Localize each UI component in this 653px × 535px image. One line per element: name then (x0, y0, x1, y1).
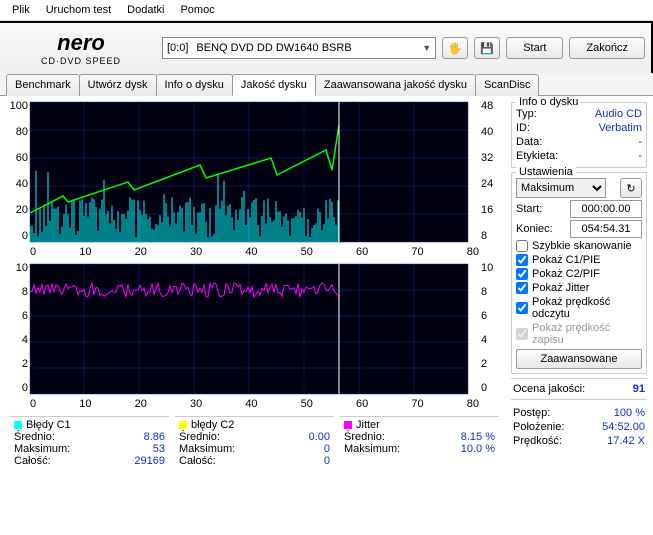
menubar: Plik Uruchom test Dodatki Pomoc (0, 0, 653, 21)
bottom-chart-svg (4, 262, 494, 412)
nero-logo: nero CD·DVD SPEED (6, 27, 156, 69)
start-input[interactable] (570, 200, 642, 218)
chevron-down-icon: ▼ (422, 43, 431, 53)
progress-footer: Postęp:100 % Położenie:54:52.00 Prędkość… (511, 404, 647, 450)
logo-subtitle: CD·DVD SPEED (41, 56, 121, 66)
menu-extras[interactable]: Dodatki (121, 2, 170, 18)
chk-write: Pokaż prędkość zapisu (516, 321, 642, 347)
menu-file[interactable]: Plik (6, 2, 36, 18)
disc-info-group: Info o dysku Typ:Audio CD ID:Verbatim Da… (511, 102, 647, 168)
side-panel: Info o dysku Typ:Audio CD ID:Verbatim Da… (509, 100, 649, 471)
top-chart-x: 0 10 20 30 40 50 60 70 80 (30, 246, 479, 258)
bottom-chart-x: 0 10 20 30 40 50 60 70 80 (30, 398, 479, 410)
jitter-color-icon (344, 421, 352, 429)
refresh-icon: 🖐 (448, 42, 462, 55)
c1-color-icon (14, 421, 22, 429)
bottom-chart-y-left: 10 8 6 4 2 0 (6, 262, 28, 394)
logo-text: nero (57, 30, 105, 56)
close-button[interactable]: Zakończ (569, 37, 645, 59)
chk-jitter[interactable]: Pokaż Jitter (516, 281, 642, 295)
chk-fast[interactable]: Szybkie skanowanie (516, 239, 642, 253)
tab-disc-info[interactable]: Info o dysku (156, 74, 233, 96)
stats-row: Błędy C1 Średnio:8.86 Maksimum:53 Całość… (4, 414, 505, 471)
tab-create-disc[interactable]: Utwórz dysk (79, 74, 157, 96)
advanced-button[interactable]: Zaawansowane (516, 349, 642, 369)
stats-c2: błędy C2 Średnio:0.00 Maksimum:0 Całość:… (175, 416, 334, 469)
stats-c1: Błędy C1 Średnio:8.86 Maksimum:53 Całość… (10, 416, 169, 469)
menu-help[interactable]: Pomoc (174, 2, 220, 18)
tab-benchmark[interactable]: Benchmark (6, 74, 80, 96)
start-button[interactable]: Start (506, 37, 563, 59)
top-chart-y-right: 48 40 32 24 16 8 (481, 100, 503, 242)
top-chart-svg (4, 100, 494, 260)
refresh-button[interactable]: 🖐 (442, 37, 468, 59)
chk-read[interactable]: Pokaż prędkość odczytu (516, 295, 642, 321)
top-chart-y-left: 100 80 60 40 20 0 (6, 100, 28, 242)
floppy-icon: 💾 (480, 42, 494, 55)
bottom-chart-y-right: 10 8 6 4 2 0 (481, 262, 503, 394)
speed-select[interactable]: Maksimum (516, 178, 606, 198)
reload-button[interactable]: ↻ (620, 178, 642, 198)
tab-bar: Benchmark Utwórz dysk Info o dysku Jakoś… (0, 73, 653, 96)
save-button[interactable]: 💾 (474, 37, 500, 59)
stats-jitter: Jitter Średnio:8.15 % Maksimum:10.0 % (340, 416, 499, 469)
toolbar: nero CD·DVD SPEED [0:0] BENQ DVD DD DW16… (0, 21, 653, 73)
c2-color-icon (179, 421, 187, 429)
bottom-chart: 10 8 6 4 2 0 10 8 6 4 2 0 (4, 262, 505, 412)
drive-prefix: [0:0] (167, 42, 188, 54)
quality-score: Ocena jakości: 91 (511, 378, 647, 400)
top-chart: 100 80 60 40 20 0 48 40 32 24 16 8 (4, 100, 505, 260)
chk-c1[interactable]: Pokaż C1/PIE (516, 253, 642, 267)
chk-c2[interactable]: Pokaż C2/PIF (516, 267, 642, 281)
tab-advanced-quality[interactable]: Zaawansowana jakość dysku (315, 74, 476, 96)
charts-area: 100 80 60 40 20 0 48 40 32 24 16 8 (4, 100, 505, 471)
menu-run[interactable]: Uruchom test (40, 2, 117, 18)
end-input[interactable] (570, 220, 642, 238)
tab-disc-quality[interactable]: Jakość dysku (232, 74, 316, 96)
main-content: 100 80 60 40 20 0 48 40 32 24 16 8 (0, 96, 653, 475)
settings-group: Ustawienia Maksimum ↻ Start: Koniec: Szy… (511, 172, 647, 374)
drive-selector[interactable]: [0:0] BENQ DVD DD DW1640 BSRB ▼ (162, 37, 436, 59)
tab-scandisc[interactable]: ScanDisc (475, 74, 539, 96)
reload-icon: ↻ (626, 182, 635, 195)
drive-name: BENQ DVD DD DW1640 BSRB (196, 42, 351, 54)
